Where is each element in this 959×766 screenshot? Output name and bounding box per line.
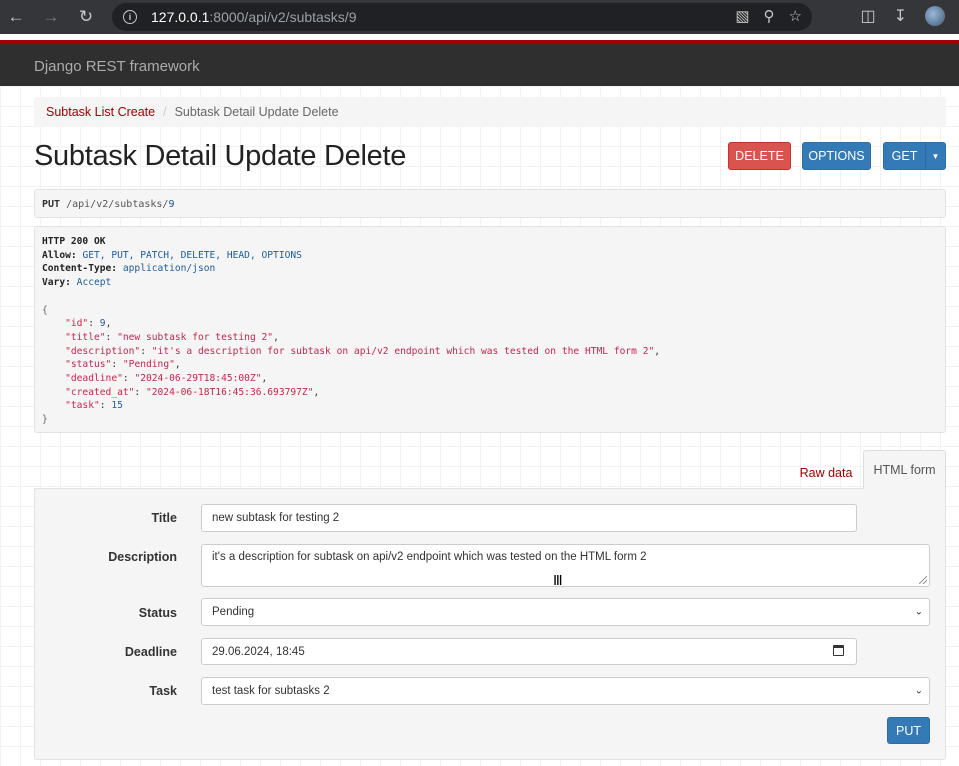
title-label: Title <box>151 511 177 525</box>
json-key: "title" <box>65 331 106 343</box>
extensions-icon[interactable]: ◫ <box>860 6 875 26</box>
delete-button[interactable]: DELETE <box>728 142 791 170</box>
put-submit-button[interactable]: PUT <box>887 717 930 744</box>
task-select[interactable]: test task for subtasks 2 ⌄ <box>201 677 930 705</box>
navbar-brand[interactable]: Django REST framework <box>34 58 200 75</box>
download-icon[interactable]: ↧ <box>894 6 907 26</box>
drf-navbar: Django REST framework <box>0 40 959 86</box>
breadcrumb-separator: / <box>163 105 167 119</box>
url-text[interactable]: 127.0.0.1:8000/api/v2/subtasks/9 <box>151 9 357 25</box>
json-value-created-at: "2024-06-18T16:45:36.693797Z" <box>145 386 314 398</box>
json-brace: } <box>42 414 48 426</box>
calendar-icon[interactable] <box>833 645 844 656</box>
description-label: Description <box>108 550 177 564</box>
json-value-description: "it's a description for subtask on api/v… <box>151 345 655 357</box>
address-bar[interactable]: i 127.0.0.1:8000/api/v2/subtasks/9 ▧ ⚲ ☆ <box>112 3 812 31</box>
forward-icon[interactable]: → <box>39 5 63 29</box>
resize-handle-icon[interactable] <box>919 576 927 584</box>
json-key: "description" <box>65 345 141 357</box>
text-cursor-icon: Ⅲ <box>553 572 563 588</box>
response-header-value: GET, PUT, PATCH, DELETE, HEAD, OPTIONS <box>82 249 302 261</box>
request-method: PUT <box>42 199 61 210</box>
options-button[interactable]: OPTIONS <box>802 142 871 170</box>
json-key: "task" <box>65 400 100 412</box>
get-format-dropdown[interactable]: ▼ <box>925 142 946 170</box>
profile-avatar[interactable] <box>925 6 945 26</box>
site-info-icon[interactable]: i <box>123 10 137 24</box>
json-key: "created_at" <box>65 386 135 398</box>
description-textarea[interactable]: it's a description for subtask on api/v2… <box>201 544 930 587</box>
translate-icon[interactable]: ▧ <box>735 7 749 25</box>
response-info: HTTP 200 OK Allow: GET, PUT, PATCH, DELE… <box>34 226 946 433</box>
browser-toolbar: ← → ↻ i 127.0.0.1:8000/api/v2/subtasks/9… <box>0 0 959 34</box>
response-header-name: Allow: <box>42 249 77 261</box>
chevron-down-icon: ⌄ <box>914 606 923 618</box>
back-icon[interactable]: ← <box>4 5 28 29</box>
deadline-value: 29.06.2024, 18:45 <box>212 645 305 658</box>
status-label: Status <box>138 606 177 620</box>
zoom-icon[interactable]: ⚲ <box>764 7 775 25</box>
tab-html-form[interactable]: HTML form <box>863 450 946 489</box>
response-header-value: Accept <box>76 277 112 289</box>
json-brace: { <box>42 304 48 316</box>
tab-raw-data[interactable]: Raw data <box>790 458 862 488</box>
json-key: "id" <box>65 318 89 330</box>
reload-icon[interactable]: ↻ <box>74 5 98 29</box>
response-header-name: Content-Type: <box>42 263 118 275</box>
title-input[interactable]: new subtask for testing 2 <box>201 504 857 532</box>
deadline-label: Deadline <box>124 645 177 659</box>
request-path-id: 9 <box>168 199 175 210</box>
task-label: Task <box>149 684 177 698</box>
omnibox-actions: ▧ ⚲ ☆ <box>735 7 802 25</box>
url-path: :8000/api/v2/subtasks/9 <box>209 9 357 25</box>
response-header-name: Vary: <box>42 277 71 289</box>
json-value-task: 15 <box>111 400 123 412</box>
breadcrumb: Subtask List Create / Subtask Detail Upd… <box>34 97 946 127</box>
json-value-status: "Pending" <box>122 359 175 371</box>
bookmark-star-icon[interactable]: ☆ <box>789 7 802 25</box>
request-path: /api/v2/subtasks/ <box>66 199 169 210</box>
chevron-down-icon: ⌄ <box>914 685 923 697</box>
get-button[interactable]: GET <box>883 142 926 170</box>
status-select[interactable]: Pending ⌄ <box>201 598 930 626</box>
response-header-value: application/json <box>122 263 216 275</box>
request-info: PUT /api/v2/subtasks/9 <box>34 189 946 218</box>
description-text: it's a description for subtask on api/v2… <box>212 551 647 563</box>
breadcrumb-current: Subtask Detail Update Delete <box>174 105 339 119</box>
deadline-datetime-input[interactable]: 29.06.2024, 18:45 <box>201 638 857 665</box>
url-host: 127.0.0.1 <box>151 9 210 25</box>
caret-down-icon: ▼ <box>931 151 940 161</box>
response-status: HTTP 200 OK <box>42 236 106 247</box>
json-key: "status" <box>65 359 112 371</box>
status-selected-value: Pending <box>212 606 255 618</box>
json-value-deadline: "2024-06-29T18:45:00Z" <box>134 373 262 385</box>
task-selected-value: test task for subtasks 2 <box>212 685 330 697</box>
json-value-id: 9 <box>99 318 106 330</box>
json-key: "deadline" <box>65 373 123 385</box>
breadcrumb-link-list-create[interactable]: Subtask List Create <box>46 105 155 119</box>
browser-actions: ◫ ↧ <box>860 6 945 26</box>
page-title: Subtask Detail Update Delete <box>34 140 407 172</box>
json-value-title: "new subtask for testing 2" <box>117 331 274 343</box>
